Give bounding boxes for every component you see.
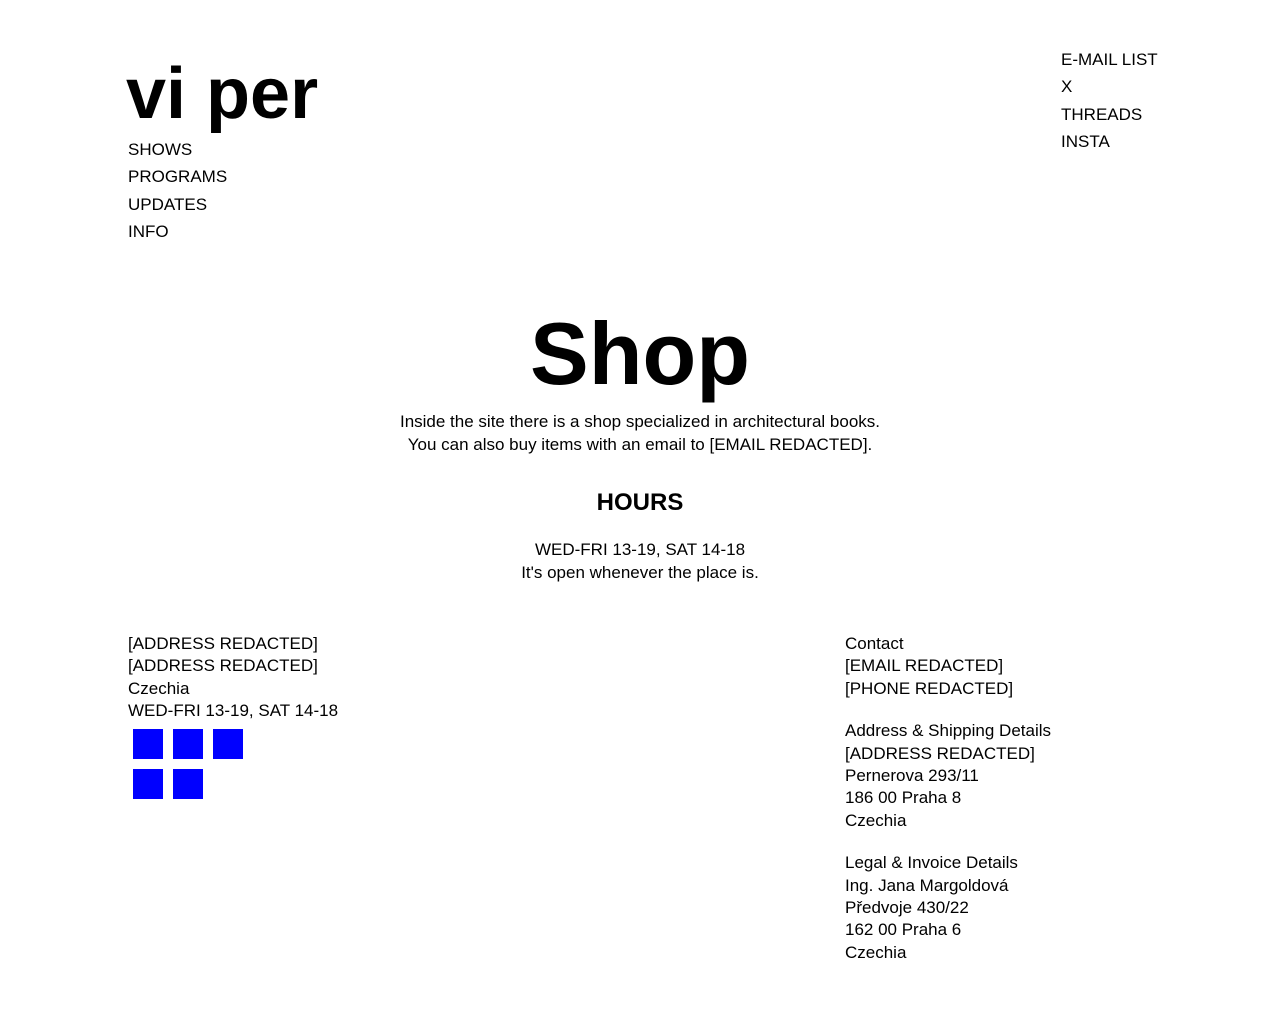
shipping-line: Czechia bbox=[845, 810, 907, 830]
address-line: [ADDRESS REDACTED] bbox=[128, 656, 318, 676]
address-country: Czechia bbox=[128, 678, 190, 698]
legal-line: Předvoje 430/22 bbox=[845, 898, 969, 918]
contact-heading: Contact bbox=[845, 634, 904, 653]
nav-link-updates[interactable]: UPDATES bbox=[128, 195, 207, 214]
shipping-block: Address & Shipping Details [ADDRESS REDA… bbox=[845, 720, 1051, 832]
contact-block: Contact [EMAIL REDACTED] [PHONE REDACTED… bbox=[845, 633, 1051, 700]
nav-link-shows[interactable]: SHOWS bbox=[128, 140, 192, 159]
legal-line: 162 00 Praha 6 bbox=[845, 920, 962, 940]
shop-description: Inside the site there is a shop speciali… bbox=[0, 410, 1280, 456]
main-nav: SHOWS PROGRAMS UPDATES INFO bbox=[128, 138, 227, 247]
shipping-heading: Address & Shipping Details bbox=[845, 721, 1052, 741]
shipping-line: [ADDRESS REDACTED] bbox=[845, 743, 1035, 763]
hours-schedule: WED-FRI 13-19, SAT 14-18 bbox=[534, 540, 746, 559]
social-square-icon[interactable] bbox=[173, 769, 203, 799]
social-square-icon[interactable] bbox=[133, 769, 163, 799]
legal-heading: Legal & Invoice Details bbox=[845, 853, 1018, 873]
nav-link-programs[interactable]: PROGRAMS bbox=[128, 167, 227, 186]
social-square-icon[interactable] bbox=[173, 729, 203, 759]
shipping-line: 186 00 Praha 8 bbox=[845, 788, 962, 808]
page-title: Shop bbox=[530, 304, 750, 403]
contact-phone-link[interactable]: [PHONE REDACTED] bbox=[845, 679, 1013, 698]
x-link[interactable]: X bbox=[1061, 77, 1072, 96]
social-nav: E-MAIL LIST X THREADS INSTA bbox=[1061, 48, 1158, 157]
address-line: [ADDRESS REDACTED] bbox=[128, 634, 318, 653]
social-square-icon[interactable] bbox=[213, 729, 243, 759]
footer-address: [ADDRESS REDACTED] [ADDRESS REDACTED] Cz… bbox=[128, 633, 338, 722]
shop-description-line: You can also buy items with an email to … bbox=[407, 435, 873, 454]
threads-link[interactable]: THREADS bbox=[1061, 105, 1142, 124]
insta-link[interactable]: INSTA bbox=[1061, 132, 1110, 151]
social-square-icon[interactable] bbox=[133, 729, 163, 759]
hours-heading: HOURS bbox=[596, 489, 684, 516]
legal-block: Legal & Invoice Details Ing. Jana Margol… bbox=[845, 852, 1051, 964]
shop-description-line: Inside the site there is a shop speciali… bbox=[399, 412, 881, 431]
contact-email-link[interactable]: [EMAIL REDACTED] bbox=[845, 656, 1003, 675]
footer-hours: WED-FRI 13-19, SAT 14-18 bbox=[128, 700, 339, 720]
shipping-line: Pernerova 293/11 bbox=[845, 766, 979, 786]
legal-line: Ing. Jana Margoldová bbox=[845, 875, 1009, 895]
email-list-link[interactable]: E-MAIL LIST bbox=[1061, 50, 1158, 69]
footer-details: Contact [EMAIL REDACTED] [PHONE REDACTED… bbox=[845, 633, 1051, 984]
hours-info: WED-FRI 13-19, SAT 14-18 It's open whene… bbox=[0, 538, 1280, 584]
nav-link-info[interactable]: INFO bbox=[128, 222, 169, 241]
site-logo[interactable]: vi per bbox=[126, 54, 318, 134]
hours-note: It's open whenever the place is. bbox=[521, 563, 759, 582]
legal-line: Czechia bbox=[845, 942, 907, 962]
